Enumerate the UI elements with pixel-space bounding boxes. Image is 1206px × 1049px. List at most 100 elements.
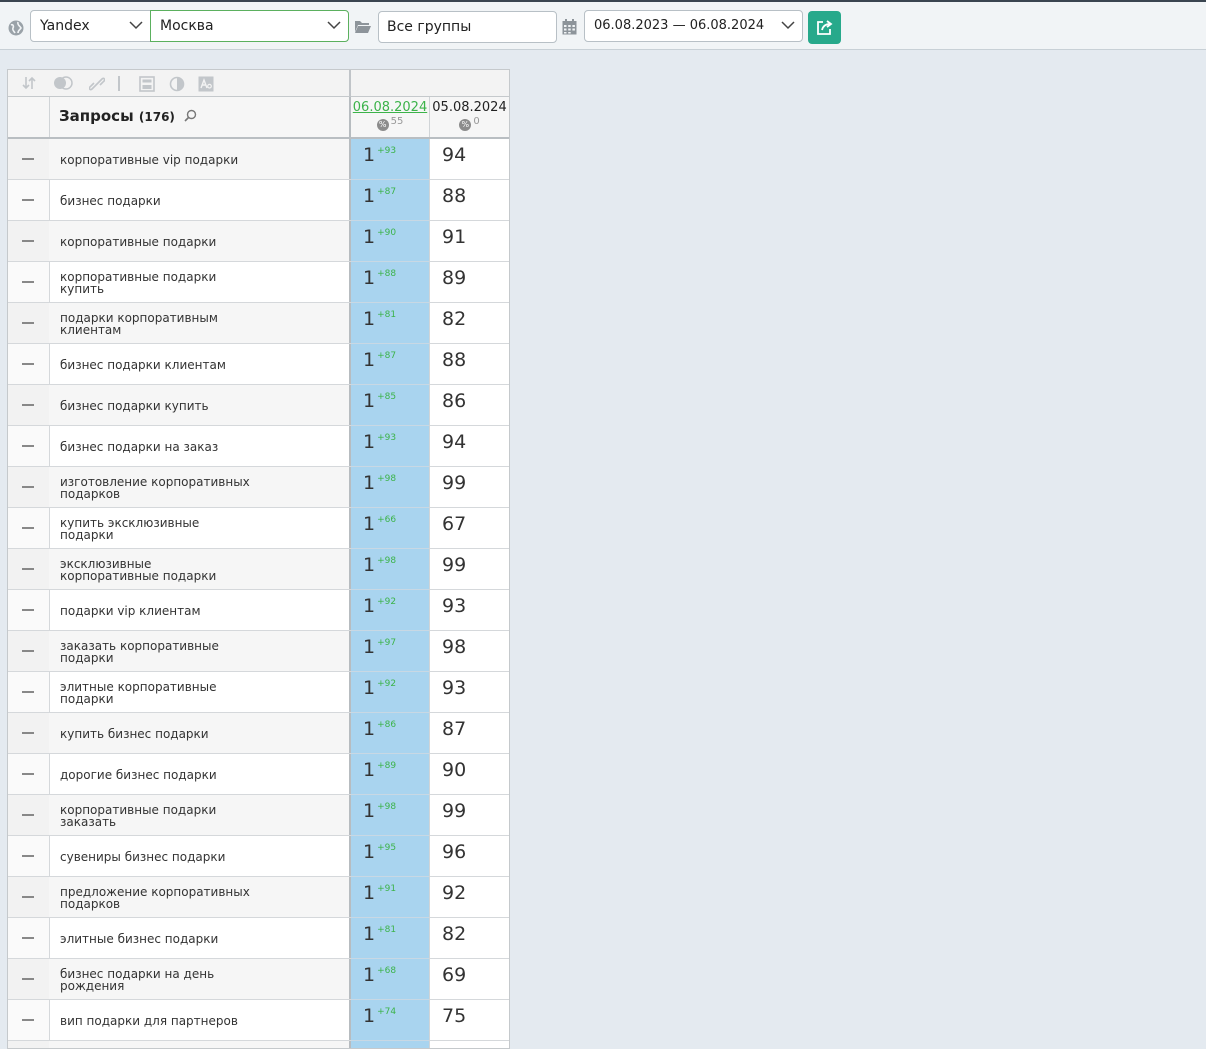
position-current-cell[interactable]: 1 +95 (351, 836, 430, 877)
contrast-icon[interactable] (169, 76, 185, 92)
position-current-cell[interactable]: 1 +90 (351, 221, 430, 262)
row-handle[interactable] (8, 1000, 50, 1040)
position-current-cell[interactable]: 1 +93 (351, 426, 430, 467)
position-current-cell[interactable]: 1 +86 (351, 713, 430, 754)
table-row[interactable]: дорогие бизнес подарки 1 +89 90 (8, 754, 509, 795)
table-row[interactable]: бизнес подарки 1 +87 88 (8, 180, 509, 221)
query-cell[interactable]: купить бизнес подарки (49, 713, 351, 753)
header-date-previous[interactable]: 05.08.2024 % 0 (430, 97, 509, 137)
position-current-cell[interactable]: 1 +85 (351, 385, 430, 426)
position-previous-cell[interactable]: 94 (430, 426, 509, 466)
table-row[interactable]: заказать корпоративные подарки 1 +97 98 (8, 631, 509, 672)
export-button[interactable] (808, 11, 841, 44)
date-range-select[interactable]: 06.08.2023 — 06.08.2024 (584, 10, 803, 42)
row-handle[interactable] (8, 139, 50, 179)
position-previous-cell[interactable]: 75 (430, 1000, 509, 1040)
date-current-label[interactable]: 06.08.2024 (351, 100, 429, 116)
row-handle[interactable] (8, 959, 50, 999)
row-handle[interactable] (8, 1041, 50, 1048)
position-current-cell[interactable]: 1 +81 (351, 303, 430, 344)
table-row[interactable]: бизнес подарки клиентам 1 +87 88 (8, 344, 509, 385)
row-handle[interactable] (8, 467, 50, 507)
query-cell[interactable]: бизнес подарки на заказ (49, 426, 351, 466)
table-row[interactable]: подарки vip клиентам 1 +92 93 (8, 590, 509, 631)
row-handle[interactable] (8, 877, 50, 917)
query-cell[interactable]: вип подарки для партнеров (49, 1000, 351, 1040)
table-row[interactable]: бизнес подарки на день рождения 1 +68 69 (8, 959, 509, 1000)
text-format-icon[interactable] (198, 76, 214, 92)
position-current-cell[interactable]: 1 +87 (351, 180, 430, 221)
table-row[interactable]: сувениры бизнес подарки 1 +95 96 (8, 836, 509, 877)
position-current-cell[interactable]: 1 +92 (351, 672, 430, 713)
query-cell[interactable]: заказать корпоративные подарки (49, 631, 351, 671)
position-previous-cell[interactable]: 89 (430, 262, 509, 302)
query-cell[interactable]: сувениры бизнес подарки (49, 836, 351, 876)
position-previous-cell[interactable]: 82 (430, 303, 509, 343)
row-handle[interactable] (8, 549, 50, 589)
position-current-cell[interactable]: 1 +88 (351, 262, 430, 303)
position-current-cell[interactable]: 1 +98 (351, 549, 430, 590)
row-handle[interactable] (8, 836, 50, 876)
row-handle[interactable] (8, 385, 50, 425)
row-handle[interactable] (8, 672, 50, 712)
row-handle[interactable] (8, 221, 50, 261)
position-current-cell[interactable]: 1 +74 (351, 1000, 430, 1041)
table-row[interactable]: корпоративные подарки заказать 1 +98 99 (8, 795, 509, 836)
position-previous-cell[interactable]: 88 (430, 180, 509, 220)
query-cell[interactable] (49, 1041, 351, 1048)
table-row[interactable]: купить бизнес подарки 1 +86 87 (8, 713, 509, 754)
table-row[interactable]: элитные бизнес подарки 1 +81 82 (8, 918, 509, 959)
position-previous-cell[interactable]: 98 (430, 631, 509, 671)
table-row[interactable]: бизнес подарки купить 1 +85 86 (8, 385, 509, 426)
position-current-cell[interactable] (351, 1041, 430, 1048)
query-cell[interactable]: бизнес подарки (49, 180, 351, 220)
table-row[interactable]: корпоративные подарки купить 1 +88 89 (8, 262, 509, 303)
table-row[interactable]: купить эксклюзивные подарки 1 +66 67 (8, 508, 509, 549)
position-previous-cell[interactable]: 86 (430, 385, 509, 425)
sort-icon[interactable] (22, 76, 36, 90)
position-previous-cell[interactable]: 69 (430, 959, 509, 999)
position-previous-cell[interactable]: 90 (430, 754, 509, 794)
search-engine-select[interactable]: Yandex (30, 10, 151, 42)
position-previous-cell[interactable] (430, 1041, 509, 1048)
row-handle[interactable] (8, 713, 50, 753)
query-cell[interactable]: элитные бизнес подарки (49, 918, 351, 958)
table-row[interactable]: изготовление корпоративных подарков 1 +98 9… (8, 467, 509, 508)
query-cell[interactable]: бизнес подарки купить (49, 385, 351, 425)
position-previous-cell[interactable]: 82 (430, 918, 509, 958)
query-cell[interactable]: эксклюзивные корпоративные подарки (49, 549, 351, 589)
date-previous-label[interactable]: 05.08.2024 (430, 100, 509, 116)
query-cell[interactable]: элитные корпоративные подарки (49, 672, 351, 712)
position-previous-cell[interactable]: 96 (430, 836, 509, 876)
table-row[interactable]: элитные корпоративные подарки 1 +92 93 (8, 672, 509, 713)
calculator-icon[interactable] (139, 76, 155, 92)
position-current-cell[interactable]: 1 +97 (351, 631, 430, 672)
query-cell[interactable]: купить эксклюзивные подарки (49, 508, 351, 548)
row-handle[interactable] (8, 344, 50, 384)
query-cell[interactable]: изготовление корпоративных подарков (49, 467, 351, 507)
table-row[interactable]: бизнес подарки на заказ 1 +93 94 (8, 426, 509, 467)
header-query-column[interactable]: Запросы (176) (49, 97, 351, 137)
position-current-cell[interactable]: 1 +93 (351, 139, 430, 180)
row-handle[interactable] (8, 590, 50, 630)
table-row[interactable]: эксклюзивные корпоративные подарки 1 +98 99 (8, 549, 509, 590)
query-cell[interactable]: дорогие бизнес подарки (49, 754, 351, 794)
search-icon[interactable] (184, 109, 197, 122)
row-handle[interactable] (8, 262, 50, 302)
query-cell[interactable]: корпоративные vip подарки (49, 139, 351, 179)
position-previous-cell[interactable]: 99 (430, 467, 509, 507)
row-handle[interactable] (8, 795, 50, 835)
position-previous-cell[interactable]: 94 (430, 139, 509, 179)
position-current-cell[interactable]: 1 +89 (351, 754, 430, 795)
group-select[interactable]: Все группы (378, 11, 557, 43)
region-select[interactable]: Москва (150, 10, 349, 42)
row-handle[interactable] (8, 426, 50, 466)
position-current-cell[interactable]: 1 +66 (351, 508, 430, 549)
query-cell[interactable]: подарки vip клиентам (49, 590, 351, 630)
query-cell[interactable]: корпоративные подарки заказать (49, 795, 351, 835)
query-cell[interactable]: подарки корпоративным клиентам (49, 303, 351, 343)
position-current-cell[interactable]: 1 +91 (351, 877, 430, 918)
position-current-cell[interactable]: 1 +87 (351, 344, 430, 385)
table-row[interactable]: корпоративные подарки 1 +90 91 (8, 221, 509, 262)
query-cell[interactable]: предложение корпоративных подарков (49, 877, 351, 917)
